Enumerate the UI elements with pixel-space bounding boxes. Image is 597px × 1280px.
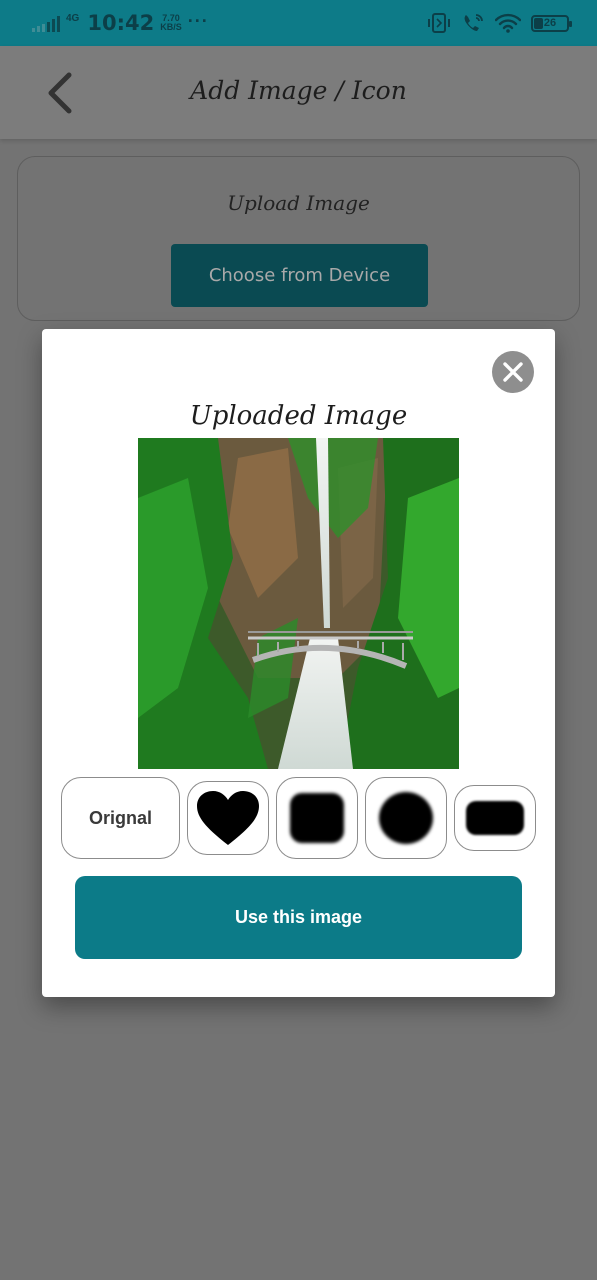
- waterfall-image: [138, 438, 459, 769]
- shape-option-heart[interactable]: [187, 781, 269, 855]
- heart-icon: [197, 791, 259, 845]
- rounded-square-icon: [290, 793, 344, 843]
- use-this-image-button[interactable]: Use this image: [75, 876, 522, 959]
- close-icon: [503, 362, 523, 382]
- more-notifications-icon: ···: [187, 10, 209, 31]
- uploaded-image: [138, 438, 459, 769]
- shape-option-rounded-rectangle[interactable]: [454, 785, 536, 851]
- clock: 10:42: [87, 11, 155, 35]
- app-bar: Add Image / Icon: [0, 46, 597, 139]
- uploaded-image-dialog: Uploaded Image Orignal Use this image: [42, 329, 555, 997]
- wifi-calling-icon: [464, 14, 483, 31]
- network-type: 4G: [66, 13, 80, 24]
- close-button[interactable]: [492, 351, 534, 393]
- battery-icon: 26: [531, 14, 572, 32]
- dialog-title: Uploaded Image: [189, 401, 408, 431]
- shape-options: Orignal: [61, 777, 541, 859]
- network-speed: 7.70 KB/S: [160, 13, 182, 32]
- page-title: Add Image / Icon: [190, 76, 407, 105]
- shape-option-label: Orignal: [88, 807, 152, 828]
- status-bar: 4G 10:42 7.70 KB/S ··· 26: [0, 0, 597, 46]
- rounded-rectangle-icon: [466, 801, 524, 835]
- shape-option-circle[interactable]: [365, 777, 447, 859]
- battery-level: 26: [543, 17, 557, 29]
- circle-icon: [379, 792, 433, 844]
- upload-card: Upload Image Choose from Device: [17, 156, 580, 321]
- shape-option-rounded-square[interactable]: [276, 777, 358, 859]
- upload-label: Upload Image: [227, 191, 370, 215]
- signal-icon: [32, 14, 60, 32]
- bluetooth-vibrate-icon: [428, 13, 450, 33]
- choose-from-device-button[interactable]: Choose from Device: [171, 244, 428, 307]
- shape-option-original[interactable]: Orignal: [61, 777, 180, 859]
- wifi-icon: [495, 13, 521, 33]
